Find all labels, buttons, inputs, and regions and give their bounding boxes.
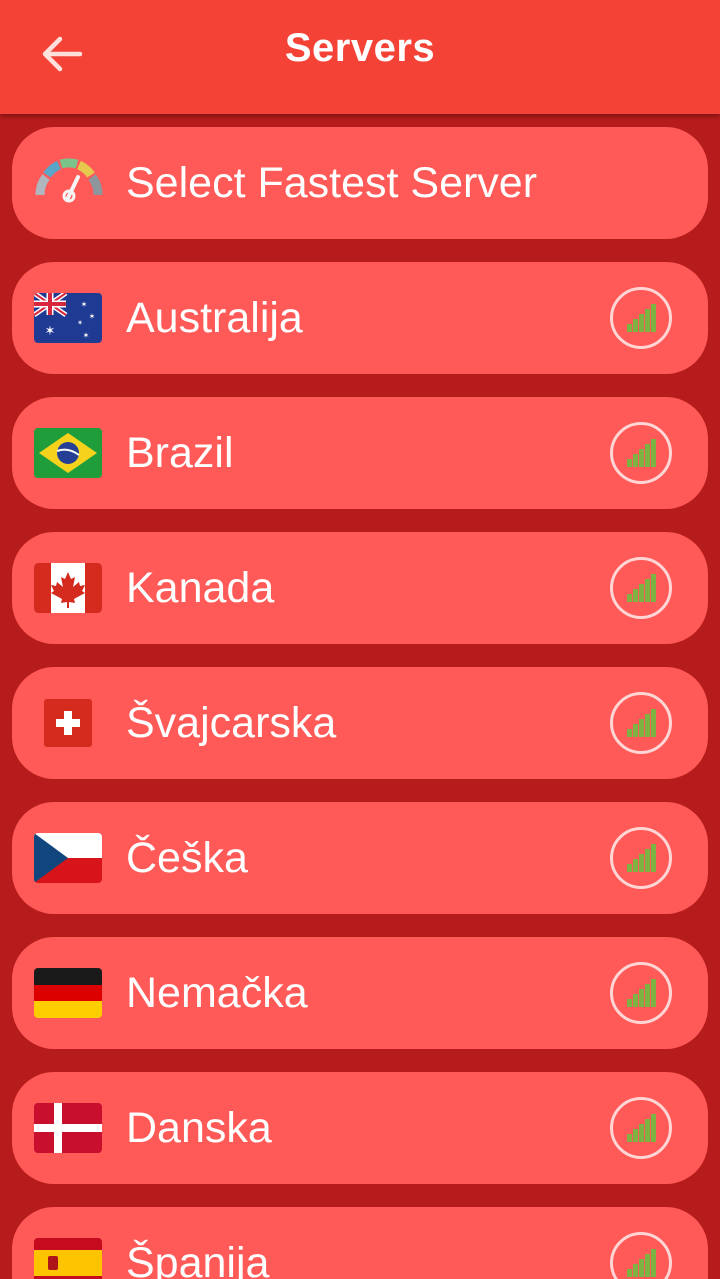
server-item-germany[interactable]: Nemačka (12, 937, 708, 1049)
fastest-server-label: Select Fastest Server (126, 159, 538, 207)
server-label: Nemačka (126, 969, 308, 1017)
brazil-flag-icon (34, 428, 102, 478)
server-item-brazil[interactable]: Brazil (12, 397, 708, 509)
switzerland-flag-icon (34, 698, 102, 748)
svg-text:✶: ✶ (83, 331, 90, 340)
signal-strength-icon (610, 1232, 672, 1279)
server-item-canada[interactable]: Kanada (12, 532, 708, 644)
server-item-australia[interactable]: ✶ ✶ ✶ ✶ ✶ Australija (12, 262, 708, 374)
server-label: Kanada (126, 564, 275, 612)
germany-flag-icon (34, 968, 102, 1018)
signal-strength-icon (610, 557, 672, 619)
select-fastest-server-button[interactable]: Select Fastest Server (12, 127, 708, 239)
server-label: Brazil (126, 429, 234, 477)
signal-strength-icon (610, 422, 672, 484)
signal-strength-icon (610, 287, 672, 349)
server-item-czech[interactable]: Češka (12, 802, 708, 914)
server-label: Australija (126, 294, 303, 342)
signal-strength-icon (610, 962, 672, 1024)
server-label: Danska (126, 1104, 272, 1152)
speedometer-icon (35, 158, 103, 203)
page-title: Servers (284, 26, 436, 70)
denmark-flag-icon (34, 1103, 102, 1153)
svg-text:✶: ✶ (45, 323, 56, 338)
signal-strength-icon (610, 692, 672, 754)
svg-text:✶: ✶ (81, 300, 88, 309)
server-item-spain[interactable]: Španija (12, 1207, 708, 1279)
svg-text:✶: ✶ (77, 319, 83, 327)
server-list[interactable]: Select Fastest Server ✶ ✶ ✶ ✶ ✶ Australi… (0, 114, 720, 1279)
server-label: Švajcarska (126, 699, 337, 747)
server-label: Češka (126, 834, 248, 882)
czech-flag-icon (34, 833, 102, 883)
app-bar: Servers (0, 0, 720, 114)
australia-flag-icon: ✶ ✶ ✶ ✶ ✶ (34, 293, 102, 343)
server-label: Španija (126, 1239, 270, 1279)
signal-strength-icon (610, 1097, 672, 1159)
server-item-switzerland[interactable]: Švajcarska (12, 667, 708, 779)
signal-strength-icon (610, 827, 672, 889)
canada-flag-icon (34, 563, 102, 613)
spain-flag-icon (34, 1238, 102, 1279)
server-item-denmark[interactable]: Danska (12, 1072, 708, 1184)
svg-text:✶: ✶ (89, 312, 96, 321)
